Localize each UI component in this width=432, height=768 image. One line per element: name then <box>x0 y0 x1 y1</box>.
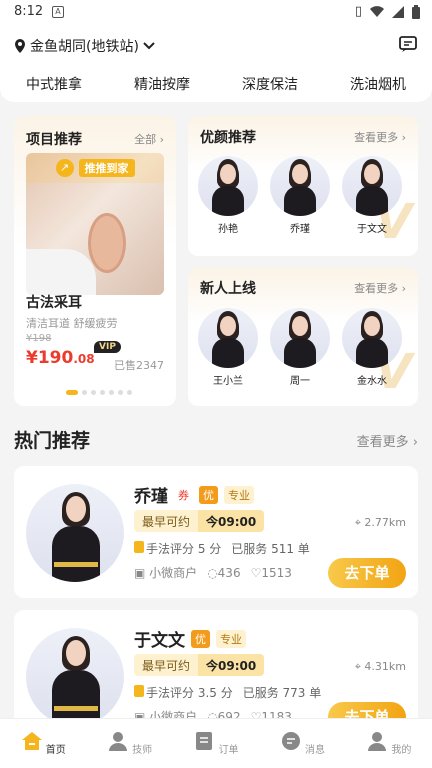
distance: ⌖ 4.31km <box>354 660 406 673</box>
brand-logo-icon: ↗ <box>55 159 74 177</box>
person-icon <box>108 732 127 751</box>
technician-name: 于文文 <box>134 631 185 651</box>
category-bar: 中式推拿 精油按摩 深度保洁 洗油烟机 <box>0 66 432 102</box>
shop-icon: ▣ <box>134 566 146 580</box>
avatar <box>270 156 330 216</box>
profile-icon <box>368 732 387 751</box>
category-item[interactable]: 洗油烟机 <box>333 74 423 94</box>
avatar <box>198 156 258 216</box>
signal-icon <box>392 5 404 18</box>
project-price: ¥190.08 <box>26 348 95 368</box>
ear-illustration <box>88 213 126 273</box>
category-item[interactable]: 中式推拿 <box>9 74 99 94</box>
avatar <box>342 156 402 216</box>
availability: 最早可约 今09:00 <box>134 510 265 532</box>
heart-icon: ♡ <box>250 565 262 580</box>
premium-badge: 优 <box>191 629 210 648</box>
hot-title: 热门推荐 <box>14 430 91 452</box>
hot-more-link[interactable]: 查看更多 › <box>357 431 418 450</box>
technician-stats: 手法评分 3.5 分已服务 773 单 <box>134 684 321 701</box>
beauty-card: V 优颜推荐 查看更多 › 孙艳 乔瑾 于文文 <box>188 116 418 256</box>
location-pin-icon: ⌖ <box>354 660 361 673</box>
technician-avatar <box>26 628 124 726</box>
professional-badge: 专业 <box>224 485 254 504</box>
beauty-person[interactable]: 于文文 <box>342 156 402 235</box>
avatar <box>342 308 402 368</box>
newcomer-person[interactable]: 周一 <box>270 308 330 387</box>
category-item[interactable]: 深度保洁 <box>225 74 315 94</box>
tab-home[interactable]: 首页 <box>13 731 73 756</box>
status-bar: 8:12 A ▯ <box>0 0 432 26</box>
order-button[interactable]: 去下单 <box>328 558 406 588</box>
category-item[interactable]: 精油按摩 <box>117 74 207 94</box>
beauty-person[interactable]: 孙艳 <box>198 156 258 235</box>
project-card[interactable]: 项目推荐 全部 › ↗ 推推到家 古法采耳 清洁耳道 舒缓疲劳 ¥198 VIP… <box>14 116 176 406</box>
project-desc: 清洁耳道 舒缓疲劳 <box>26 317 118 330</box>
location-pin-icon <box>15 39 25 53</box>
location-selector[interactable]: 金鱼胡同(地铁站) <box>14 36 155 56</box>
tab-messages[interactable]: 消息 <box>272 731 332 756</box>
chat-icon <box>281 732 300 750</box>
medal-icon <box>134 685 144 697</box>
wifi-icon <box>370 5 384 17</box>
premium-badge: 优 <box>199 485 218 504</box>
avatar <box>270 308 330 368</box>
professional-badge: 专业 <box>216 629 246 648</box>
project-image[interactable]: ↗ 推推到家 <box>26 153 164 295</box>
tab-orders[interactable]: 订单 <box>186 731 246 756</box>
availability: 最早可约 今09:00 <box>134 654 265 676</box>
beauty-more-link[interactable]: 查看更多 › <box>354 129 406 145</box>
newcomer-person[interactable]: 王小兰 <box>198 308 258 387</box>
avatar <box>198 308 258 368</box>
technician-card[interactable]: 乔瑾 券 优 专业 最早可约 今09:00 ⌖ 2.77km 手法评分 5 分已服… <box>14 466 418 598</box>
vibrate-icon: ▯ <box>354 4 362 19</box>
home-icon <box>21 732 42 750</box>
message-icon[interactable] <box>398 34 418 54</box>
tab-profile[interactable]: 我的 <box>359 731 419 756</box>
location-text: 金鱼胡同(地铁站) <box>30 39 139 55</box>
newcomers-card: V 新人上线 查看更多 › 王小兰 周一 金水水 <box>188 268 418 406</box>
header: 金鱼胡同(地铁站) <box>0 26 432 66</box>
tab-bar: 首页 技师 订单 消息 我的 <box>0 718 432 768</box>
carousel-dots <box>66 390 132 395</box>
technician-name: 乔瑾 <box>134 487 168 507</box>
notification-icon: A <box>52 6 64 18</box>
chevron-down-icon <box>143 42 155 50</box>
comment-icon: ◌ <box>207 565 218 580</box>
project-sold: 已售2347 <box>114 359 164 372</box>
project-title: 项目推荐 <box>26 132 82 148</box>
distance: ⌖ 2.77km <box>354 516 406 529</box>
technician-avatar <box>26 484 124 582</box>
beauty-person[interactable]: 乔瑾 <box>270 156 330 235</box>
project-more-link[interactable]: 全部 › <box>134 131 164 147</box>
battery-icon <box>412 4 420 19</box>
technician-meta: ▣ 小微商户 ◌436 ♡1513 <box>134 565 292 581</box>
project-name: 古法采耳 <box>26 295 82 311</box>
project-old-price: ¥198 <box>26 333 52 344</box>
location-pin-icon: ⌖ <box>354 516 361 529</box>
beauty-title: 优颜推荐 <box>200 130 256 146</box>
newcomers-title: 新人上线 <box>200 281 256 297</box>
brand-logo-text: 推推到家 <box>78 159 135 177</box>
order-icon <box>196 732 213 750</box>
status-time: 8:12 <box>14 4 44 19</box>
coupon-badge: 券 <box>178 488 189 502</box>
newcomers-more-link[interactable]: 查看更多 › <box>354 280 406 296</box>
technician-stats: 手法评分 5 分已服务 511 单 <box>134 540 310 557</box>
newcomer-person[interactable]: 金水水 <box>342 308 402 387</box>
medal-icon <box>134 541 144 553</box>
tab-technician[interactable]: 技师 <box>100 731 160 756</box>
vip-badge: VIP <box>94 341 121 353</box>
brand-logo: ↗ 推推到家 <box>26 153 164 183</box>
